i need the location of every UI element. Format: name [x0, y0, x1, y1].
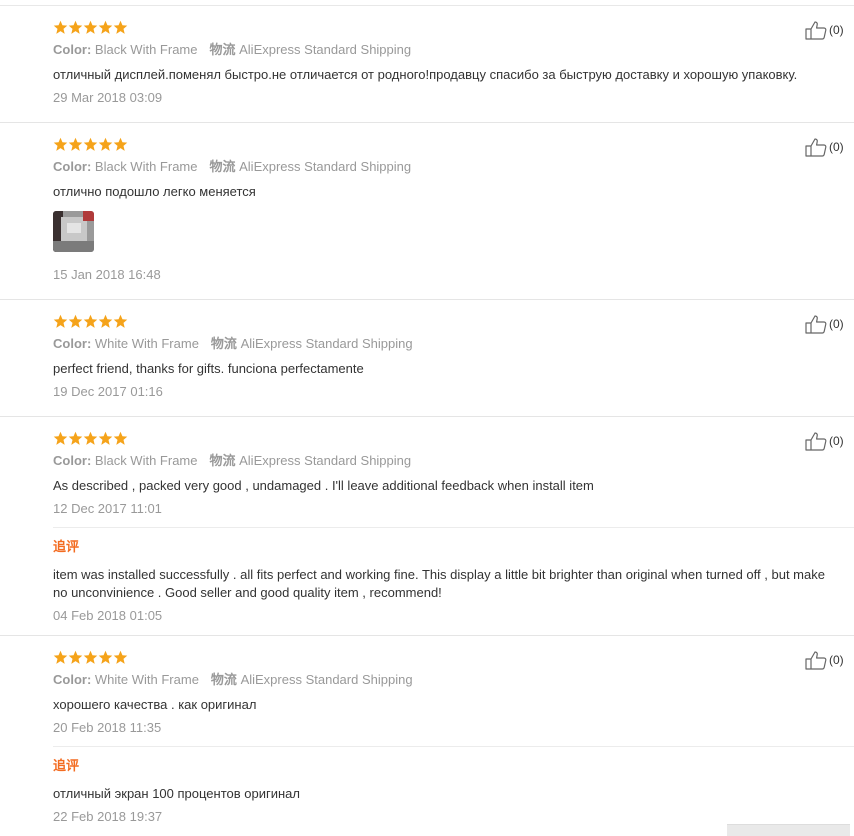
review-divider: [0, 635, 854, 636]
additional-feedback-divider: [53, 527, 854, 528]
color-value: Black With Frame: [94, 453, 198, 468]
review-meta: Color: Black With Frame 物流 AliExpress Sta…: [53, 453, 411, 469]
star-icon: [68, 431, 83, 445]
logistics-label: 物流: [209, 453, 236, 468]
review-date: 12 Dec 2017 11:01: [53, 501, 162, 516]
star-icon: [68, 650, 83, 664]
star-rating: [53, 137, 128, 153]
logistics-label: 物流: [209, 42, 236, 57]
like-count: (0): [829, 23, 844, 37]
star-icon: [98, 314, 113, 328]
color-label: Color:: [53, 453, 92, 468]
star-rating: [53, 314, 128, 330]
star-icon: [113, 137, 128, 151]
like-button[interactable]: (0): [804, 430, 844, 452]
shipping-method: AliExpress Standard Shipping: [239, 42, 412, 57]
review-date: 19 Dec 2017 01:16: [53, 384, 163, 399]
star-rating: [53, 20, 128, 36]
star-icon: [113, 431, 128, 445]
like-button[interactable]: (0): [804, 136, 844, 158]
review-divider: [0, 416, 854, 417]
like-count: (0): [829, 140, 844, 154]
logistics-label: 物流: [210, 336, 237, 351]
star-icon: [83, 20, 98, 34]
star-icon: [83, 137, 98, 151]
logistics-label: 物流: [209, 159, 236, 174]
color-label: Color:: [53, 159, 92, 174]
star-icon: [68, 314, 83, 328]
color-value: Black With Frame: [94, 42, 198, 57]
review-date: 15 Jan 2018 16:48: [53, 267, 161, 282]
additional-feedback-label: 追评: [53, 758, 80, 773]
review-meta: Color: White With Frame 物流 AliExpress Sta…: [53, 336, 413, 352]
like-button[interactable]: (0): [804, 19, 844, 41]
additional-feedback-text: item was installed successfully . all fi…: [53, 567, 825, 600]
star-rating: [53, 431, 128, 447]
review-text: отличный дисплей.поменял быстро.не отлич…: [53, 67, 798, 82]
star-icon: [98, 650, 113, 664]
additional-feedback-divider: [53, 746, 854, 747]
review-date: 20 Feb 2018 11:35: [53, 720, 162, 735]
star-icon: [53, 650, 68, 664]
review-text: perfect friend, thanks for gifts. funcio…: [53, 361, 364, 376]
color-label: Color:: [53, 672, 92, 687]
shipping-method: AliExpress Standard Shipping: [239, 159, 412, 174]
review-meta: Color: White With Frame 物流 AliExpress Sta…: [53, 672, 413, 688]
color-label: Color:: [53, 336, 92, 351]
thumbs-up-icon: [805, 432, 827, 451]
review-divider: [0, 299, 854, 300]
thumbs-up-icon: [805, 21, 827, 40]
star-icon: [53, 431, 68, 445]
additional-feedback-text: отличный экран 100 процентов оригинал: [53, 786, 300, 801]
star-icon: [98, 431, 113, 445]
shipping-method: AliExpress Standard Shipping: [240, 672, 413, 687]
star-icon: [98, 137, 113, 151]
review-divider: [0, 122, 854, 123]
like-count: (0): [829, 653, 844, 667]
review-text: отлично подошло легко меняется: [53, 184, 256, 199]
color-value: Black With Frame: [94, 159, 198, 174]
star-icon: [83, 314, 98, 328]
shipping-method: AliExpress Standard Shipping: [239, 453, 412, 468]
star-icon: [53, 314, 68, 328]
review-text: As described , packed very good , undama…: [53, 478, 594, 493]
like-count: (0): [829, 317, 844, 331]
like-button[interactable]: (0): [804, 649, 844, 671]
horizontal-scrollbar[interactable]: [727, 824, 850, 836]
color-label: Color:: [53, 42, 92, 57]
additional-feedback-date: 22 Feb 2018 19:37: [53, 809, 163, 824]
star-icon: [113, 650, 128, 664]
logistics-label: 物流: [210, 672, 237, 687]
thumbs-up-icon: [805, 315, 827, 334]
additional-feedback-label: 追评: [53, 539, 80, 554]
color-value: White With Frame: [94, 336, 199, 351]
star-icon: [68, 20, 83, 34]
like-button[interactable]: (0): [804, 313, 844, 335]
photo-thumbnail: [53, 211, 94, 252]
review-meta: Color: Black With Frame 物流 AliExpress Sta…: [53, 159, 411, 175]
review-date: 29 Mar 2018 03:09: [53, 90, 163, 105]
like-count: (0): [829, 434, 844, 448]
additional-feedback-date: 04 Feb 2018 01:05: [53, 608, 163, 623]
color-value: White With Frame: [94, 672, 199, 687]
star-icon: [113, 314, 128, 328]
star-icon: [83, 650, 98, 664]
star-icon: [53, 20, 68, 34]
thumbs-up-icon: [805, 651, 827, 670]
star-icon: [68, 137, 83, 151]
star-icon: [53, 137, 68, 151]
thumbs-up-icon: [805, 138, 827, 157]
review-meta: Color: Black With Frame 物流 AliExpress Sta…: [53, 42, 411, 58]
star-icon: [98, 20, 113, 34]
shipping-method: AliExpress Standard Shipping: [240, 336, 413, 351]
top-divider: [0, 5, 854, 6]
star-icon: [83, 431, 98, 445]
review-photo[interactable]: [53, 211, 94, 252]
star-rating: [53, 650, 128, 666]
review-text: хорошего качества . как оригинал: [53, 697, 257, 712]
star-icon: [113, 20, 128, 34]
